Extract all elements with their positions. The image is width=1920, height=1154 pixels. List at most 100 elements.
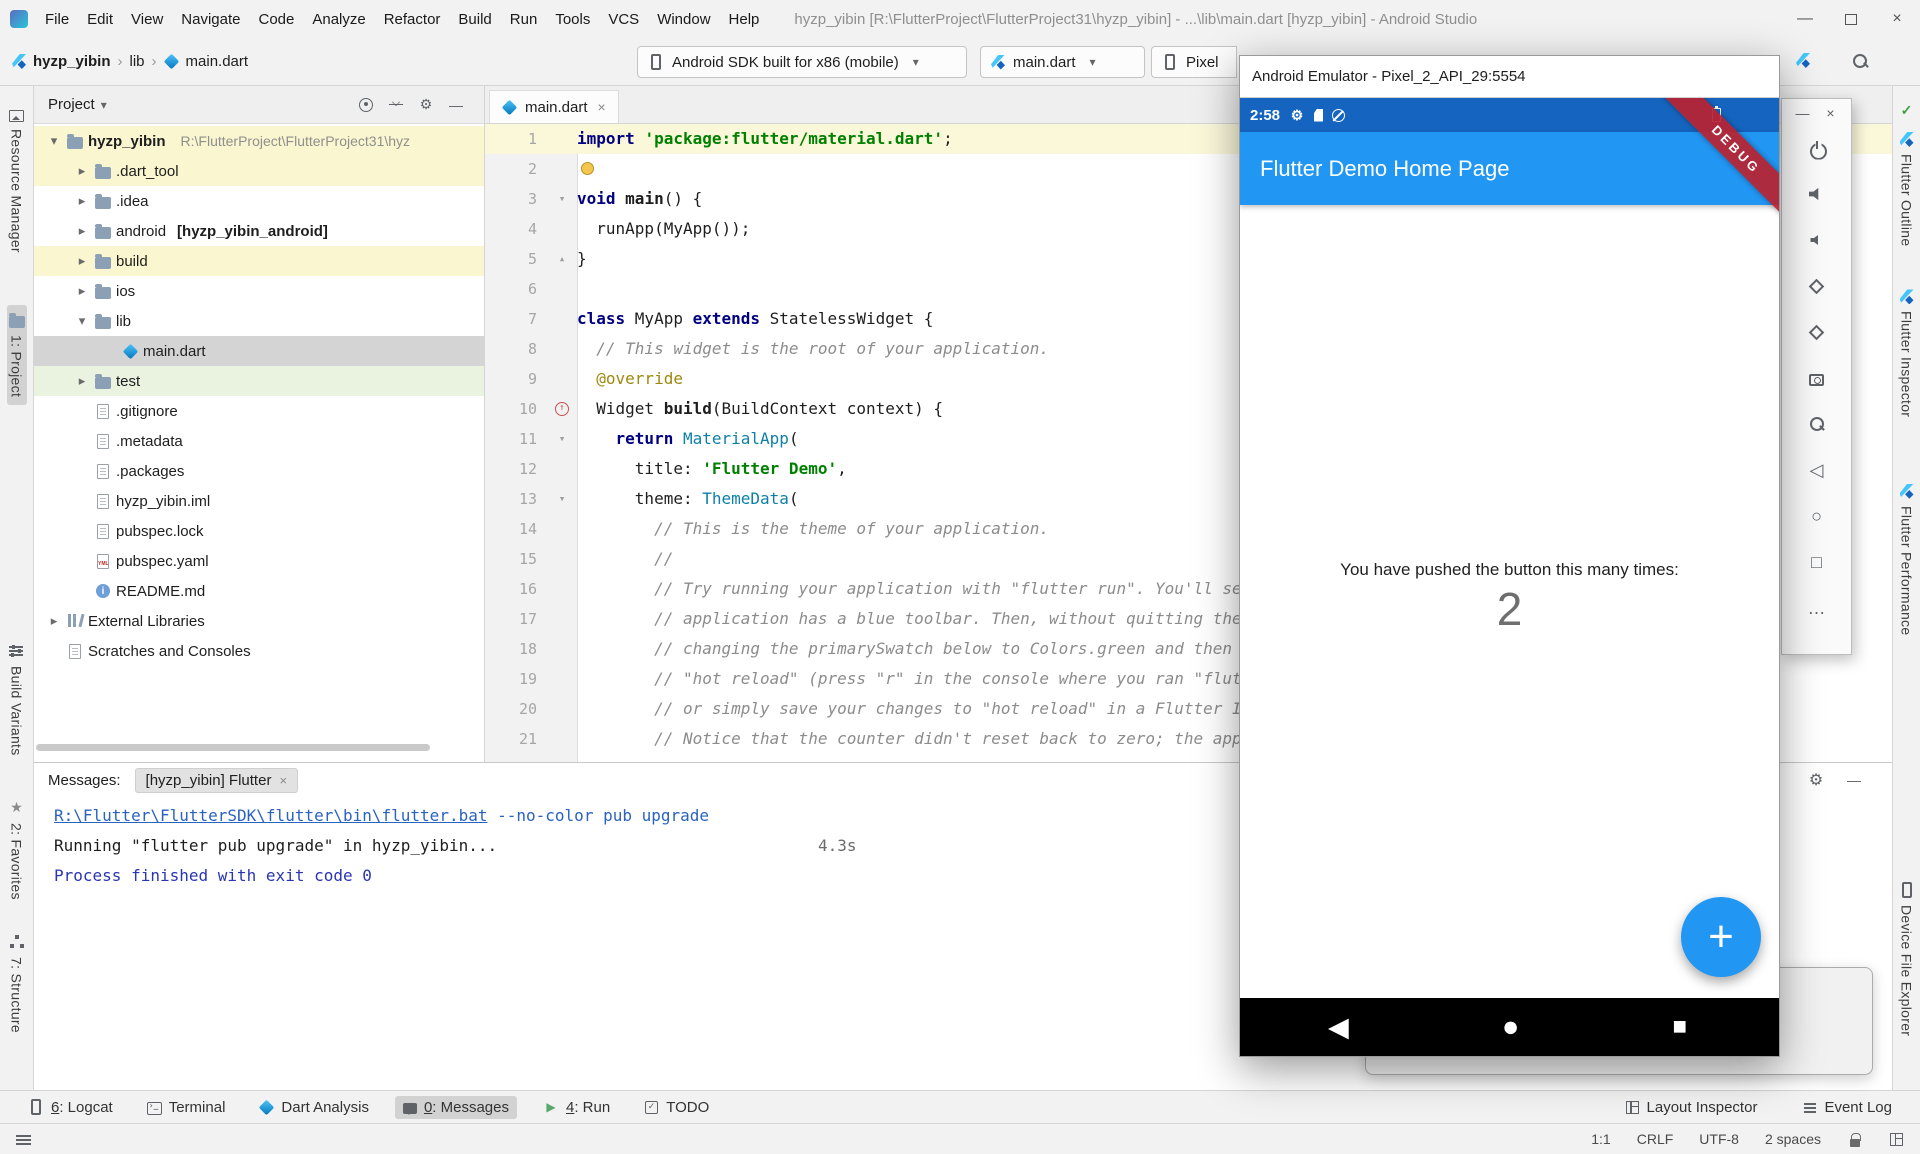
device-selector[interactable]: Android SDK built for x86 (mobile) ▾ [637, 46, 967, 78]
toolwindow-layout-inspector[interactable]: Layout Inspector [1617, 1096, 1766, 1119]
android-overview-button[interactable]: ■ [1672, 1013, 1687, 1041]
menu-tools[interactable]: Tools [546, 7, 599, 32]
emulator-zoom-button[interactable] [1799, 401, 1835, 447]
hide-panel-icon[interactable]: — [1846, 772, 1862, 788]
tree-row-packages[interactable]: .packages [34, 456, 484, 486]
console-link[interactable]: R:\Flutter\FlutterSDK\flutter\bin\flutte… [54, 806, 487, 825]
emulator-back-button[interactable]: ◁ [1799, 447, 1835, 493]
tree-row-ios[interactable]: ▸ios [34, 276, 484, 306]
tree-row-build[interactable]: ▸build [34, 246, 484, 276]
menu-code[interactable]: Code [249, 7, 303, 32]
emulator-overview-button[interactable]: □ [1799, 539, 1835, 585]
toolwindow-event-log[interactable]: Event Log [1795, 1096, 1900, 1119]
caret-position[interactable]: 1:1 [1591, 1131, 1610, 1147]
collapse-icon[interactable] [388, 97, 404, 113]
close-tab-icon[interactable]: × [279, 773, 287, 788]
menu-analyze[interactable]: Analyze [303, 7, 374, 32]
horizontal-scrollbar[interactable] [36, 744, 430, 751]
tree-caret-icon[interactable]: ▾ [46, 133, 62, 149]
tree-row-dart-tool[interactable]: ▸.dart_tool [34, 156, 484, 186]
tree-caret-icon[interactable]: ▸ [74, 373, 90, 389]
maximize-button[interactable] [1828, 0, 1874, 38]
tree-row-lib[interactable]: ▾lib [34, 306, 484, 336]
emulator-rotate-left-button[interactable] [1799, 263, 1835, 309]
gear-icon[interactable]: ⚙ [1808, 772, 1824, 788]
emulator-target-button[interactable]: Pixel [1151, 46, 1237, 78]
breadcrumb-project[interactable]: hyzp_yibin [33, 53, 111, 70]
menu-help[interactable]: Help [720, 7, 769, 32]
tool-button-flutter-performance[interactable]: Flutter Performance [1897, 476, 1917, 643]
tree-row-metadata[interactable]: .metadata [34, 426, 484, 456]
run-config-selector[interactable]: main.dart ▾ [980, 46, 1145, 78]
menu-vcs[interactable]: VCS [599, 7, 648, 32]
tool-button-build-variants[interactable]: Build Variants [7, 635, 27, 764]
toolwindow-4-run[interactable]: ▶4: Run [535, 1096, 618, 1119]
tree-row-scratches-and-consoles[interactable]: Scratches and Consoles [34, 636, 484, 666]
toolwindow-dart-analysis[interactable]: Dart Analysis [251, 1096, 377, 1119]
menu-navigate[interactable]: Navigate [172, 7, 249, 32]
project-panel-title[interactable]: Project [48, 96, 95, 113]
flutter-attach-icon[interactable] [1796, 53, 1810, 68]
breadcrumb-file[interactable]: main.dart [186, 53, 249, 70]
breadcrumb-lib[interactable]: lib [130, 53, 145, 70]
gear-icon[interactable]: ⚙ [418, 97, 434, 113]
toolwindow-switcher-icon[interactable] [16, 1134, 31, 1146]
tool-button-7-structure[interactable]: 7: Structure [7, 926, 27, 1041]
emulator-rotate-right-button[interactable] [1799, 309, 1835, 355]
override-icon[interactable]: ↑ [555, 402, 569, 416]
tree-row-pubspec-lock[interactable]: pubspec.lock [34, 516, 484, 546]
messages-tab-flutter[interactable]: [hyzp_yibin] Flutter × [135, 768, 298, 793]
tool-button-flutter-inspector[interactable]: Flutter Inspector [1897, 281, 1917, 425]
menu-view[interactable]: View [122, 7, 172, 32]
tool-button-resource-manager[interactable]: Resource Manager [7, 100, 27, 261]
emulator-home-button[interactable]: ○ [1799, 493, 1835, 539]
close-button[interactable]: × [1874, 0, 1920, 38]
emulator-volume-up-button[interactable] [1799, 171, 1835, 217]
menu-window[interactable]: Window [648, 7, 719, 32]
tree-row-hyzp-yibin-iml[interactable]: hyzp_yibin.iml [34, 486, 484, 516]
emulator-title-bar[interactable]: Android Emulator - Pixel_2_API_29:5554 [1240, 56, 1779, 98]
menu-refactor[interactable]: Refactor [375, 7, 450, 32]
increment-fab[interactable]: + [1681, 897, 1761, 977]
menu-file[interactable]: File [36, 7, 78, 32]
emulator-volume-down-button[interactable] [1799, 217, 1835, 263]
tree-row-test[interactable]: ▸test [34, 366, 484, 396]
search-icon[interactable] [1852, 53, 1868, 69]
minimize-button[interactable]: — [1782, 0, 1828, 38]
tree-caret-icon[interactable]: ▸ [74, 253, 90, 269]
tree-row-hyzp-yibin[interactable]: ▾hyzp_yibinR:\FlutterProject\FlutterProj… [34, 126, 484, 156]
menu-run[interactable]: Run [501, 7, 547, 32]
emulator-screen[interactable]: 2:58 ⚙ Flutter Demo Home Page DEBUG You … [1240, 98, 1779, 1056]
tree-row-idea[interactable]: ▸.idea [34, 186, 484, 216]
tool-button-flutter-outline[interactable]: Flutter Outline [1897, 124, 1917, 254]
tree-caret-icon[interactable]: ▸ [74, 193, 90, 209]
tree-caret-icon[interactable]: ▸ [74, 283, 90, 299]
lock-icon[interactable] [1850, 1139, 1860, 1147]
tree-row-gitignore[interactable]: .gitignore [34, 396, 484, 426]
tree-caret-icon[interactable]: ▸ [46, 613, 62, 629]
menu-build[interactable]: Build [449, 7, 500, 32]
emulator-screenshot-button[interactable] [1799, 355, 1835, 401]
toolwindow-todo[interactable]: TODO [636, 1096, 717, 1119]
close-tab-icon[interactable]: × [598, 99, 606, 115]
emulator-more-button[interactable]: … [1799, 585, 1835, 631]
target-icon[interactable] [359, 98, 373, 112]
minus-icon[interactable]: — [448, 97, 464, 113]
toolwindow-0-messages[interactable]: 0: Messages [395, 1096, 517, 1119]
tree-row-pubspec-yaml[interactable]: pubspec.yaml [34, 546, 484, 576]
android-home-button[interactable]: ● [1502, 1011, 1520, 1044]
toolwindow-terminal[interactable]: Terminal [139, 1096, 234, 1119]
encoding[interactable]: UTF-8 [1699, 1131, 1739, 1147]
toolwindow-6-logcat[interactable]: 6: Logcat [20, 1096, 121, 1119]
indent-style[interactable]: 2 spaces [1765, 1131, 1821, 1147]
line-separator[interactable]: CRLF [1637, 1131, 1674, 1147]
tree-row-android[interactable]: ▸android[hyzp_yibin_android] [34, 216, 484, 246]
tree-caret-icon[interactable]: ▾ [74, 313, 90, 329]
tool-button-2-favorites[interactable]: ★2: Favorites [7, 792, 27, 908]
android-back-button[interactable]: ◀ [1328, 1012, 1349, 1043]
emulator-power-button[interactable] [1799, 125, 1835, 171]
tool-button-1-project[interactable]: 1: Project [7, 305, 27, 405]
menu-edit[interactable]: Edit [78, 7, 122, 32]
indicator-icon[interactable] [1890, 1133, 1903, 1146]
tree-row-readme-md[interactable]: iREADME.md [34, 576, 484, 606]
